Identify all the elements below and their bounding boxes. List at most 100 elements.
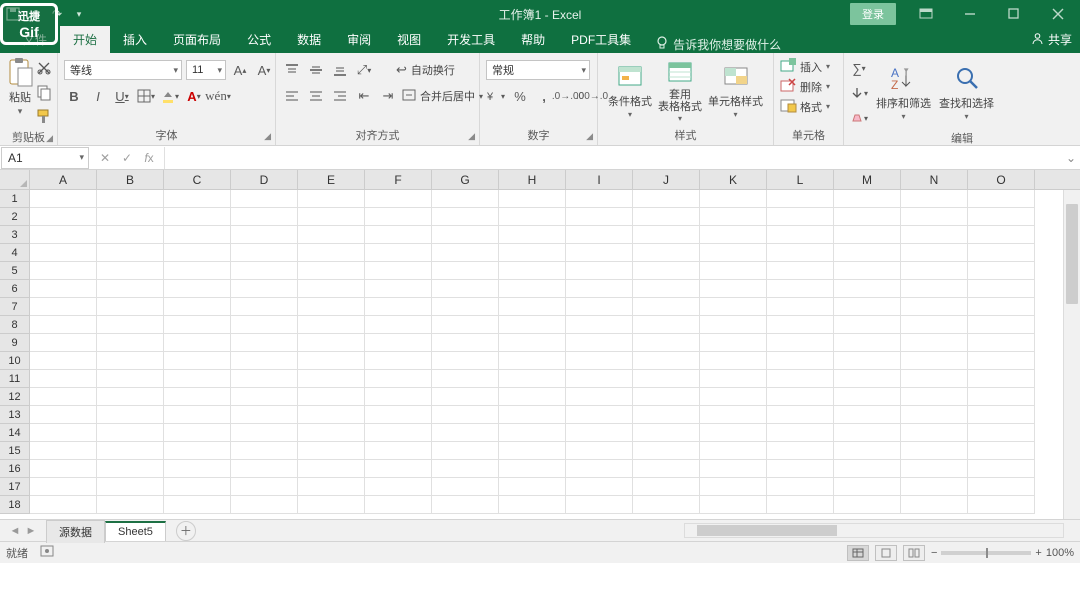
zoom-in-icon[interactable]: + xyxy=(1035,547,1041,559)
scrollbar-thumb[interactable] xyxy=(697,525,837,536)
cell[interactable] xyxy=(298,424,365,442)
cell-styles-button[interactable]: 单元格样式▾ xyxy=(708,62,763,119)
name-box[interactable]: A1 xyxy=(1,147,89,169)
increase-font-icon[interactable]: A▴ xyxy=(230,60,250,80)
cell[interactable] xyxy=(499,190,566,208)
tab-home[interactable]: 开始 xyxy=(60,26,110,53)
cell[interactable] xyxy=(633,280,700,298)
row-header[interactable]: 5 xyxy=(0,262,30,280)
cell[interactable] xyxy=(432,262,499,280)
cell[interactable] xyxy=(499,298,566,316)
number-format-select[interactable]: 常规 xyxy=(486,60,590,80)
cell[interactable] xyxy=(566,442,633,460)
cell[interactable] xyxy=(633,478,700,496)
cell[interactable] xyxy=(298,388,365,406)
cell[interactable] xyxy=(968,478,1035,496)
cell[interactable] xyxy=(164,442,231,460)
cell[interactable] xyxy=(633,190,700,208)
qat-dropdown-icon[interactable]: ▾ xyxy=(70,5,88,23)
cell[interactable] xyxy=(767,244,834,262)
cell[interactable] xyxy=(968,424,1035,442)
horizontal-scrollbar[interactable] xyxy=(684,523,1064,538)
cell[interactable] xyxy=(767,352,834,370)
cell[interactable] xyxy=(30,370,97,388)
cell[interactable] xyxy=(566,280,633,298)
cell[interactable] xyxy=(97,190,164,208)
cell[interactable] xyxy=(968,460,1035,478)
cell[interactable] xyxy=(633,442,700,460)
dialog-launcher-icon[interactable]: ◢ xyxy=(264,131,271,142)
cell[interactable] xyxy=(231,496,298,514)
cell[interactable] xyxy=(901,388,968,406)
cell[interactable] xyxy=(231,298,298,316)
underline-button[interactable]: U ▾ xyxy=(112,86,132,106)
cell[interactable] xyxy=(499,244,566,262)
cell[interactable] xyxy=(767,478,834,496)
cell[interactable] xyxy=(834,316,901,334)
cell[interactable] xyxy=(968,280,1035,298)
cell[interactable] xyxy=(365,208,432,226)
cell[interactable] xyxy=(499,280,566,298)
cell[interactable] xyxy=(365,478,432,496)
clear-button[interactable]: ▾ xyxy=(850,108,868,128)
cell[interactable] xyxy=(566,208,633,226)
cell[interactable] xyxy=(30,388,97,406)
font-size-select[interactable]: 11 xyxy=(186,60,226,80)
cell[interactable] xyxy=(767,262,834,280)
cell[interactable] xyxy=(298,208,365,226)
sheet-tab-sheet5[interactable]: Sheet5 xyxy=(105,521,166,541)
cell[interactable] xyxy=(30,334,97,352)
row-header[interactable]: 4 xyxy=(0,244,30,262)
cell[interactable] xyxy=(499,352,566,370)
cell[interactable] xyxy=(365,298,432,316)
row-header[interactable]: 10 xyxy=(0,352,30,370)
cell[interactable] xyxy=(365,352,432,370)
cell[interactable] xyxy=(499,370,566,388)
expand-formula-bar-icon[interactable]: ⌄ xyxy=(1062,151,1080,165)
worksheet-grid[interactable]: ABCDEFGHIJKLMNO 123456789101112131415161… xyxy=(0,170,1080,519)
row-header[interactable]: 7 xyxy=(0,298,30,316)
cell[interactable] xyxy=(432,334,499,352)
cell[interactable] xyxy=(633,406,700,424)
cell[interactable] xyxy=(164,406,231,424)
column-header[interactable]: B xyxy=(97,170,164,189)
cell[interactable] xyxy=(365,442,432,460)
cell[interactable] xyxy=(767,280,834,298)
cell[interactable] xyxy=(432,244,499,262)
cell[interactable] xyxy=(901,460,968,478)
cell[interactable] xyxy=(700,442,767,460)
cell[interactable] xyxy=(901,262,968,280)
row-header[interactable]: 11 xyxy=(0,370,30,388)
cell[interactable] xyxy=(968,388,1035,406)
cell[interactable] xyxy=(566,334,633,352)
cell[interactable] xyxy=(499,496,566,514)
align-center-icon[interactable] xyxy=(306,86,326,106)
cell[interactable] xyxy=(834,352,901,370)
cell[interactable] xyxy=(164,460,231,478)
format-painter-icon[interactable] xyxy=(36,108,52,127)
cell[interactable] xyxy=(834,370,901,388)
column-header[interactable]: G xyxy=(432,170,499,189)
cell[interactable] xyxy=(700,280,767,298)
cell[interactable] xyxy=(566,460,633,478)
cell[interactable] xyxy=(97,370,164,388)
cell[interactable] xyxy=(901,352,968,370)
zoom-control[interactable]: − + 100% xyxy=(931,547,1074,559)
decrease-font-icon[interactable]: A▾ xyxy=(254,60,274,80)
cell[interactable] xyxy=(968,190,1035,208)
cell[interactable] xyxy=(164,244,231,262)
row-header[interactable]: 15 xyxy=(0,442,30,460)
cell[interactable] xyxy=(499,226,566,244)
cut-icon[interactable] xyxy=(36,60,52,79)
row-header[interactable]: 16 xyxy=(0,460,30,478)
cell[interactable] xyxy=(834,244,901,262)
cell[interactable] xyxy=(30,226,97,244)
cell[interactable] xyxy=(767,226,834,244)
insert-cells-button[interactable]: 插入 ▾ xyxy=(780,58,830,75)
cell[interactable] xyxy=(432,208,499,226)
cell[interactable] xyxy=(164,298,231,316)
cell[interactable] xyxy=(834,442,901,460)
cell[interactable] xyxy=(97,244,164,262)
zoom-slider[interactable] xyxy=(941,551,1031,555)
cell[interactable] xyxy=(298,406,365,424)
